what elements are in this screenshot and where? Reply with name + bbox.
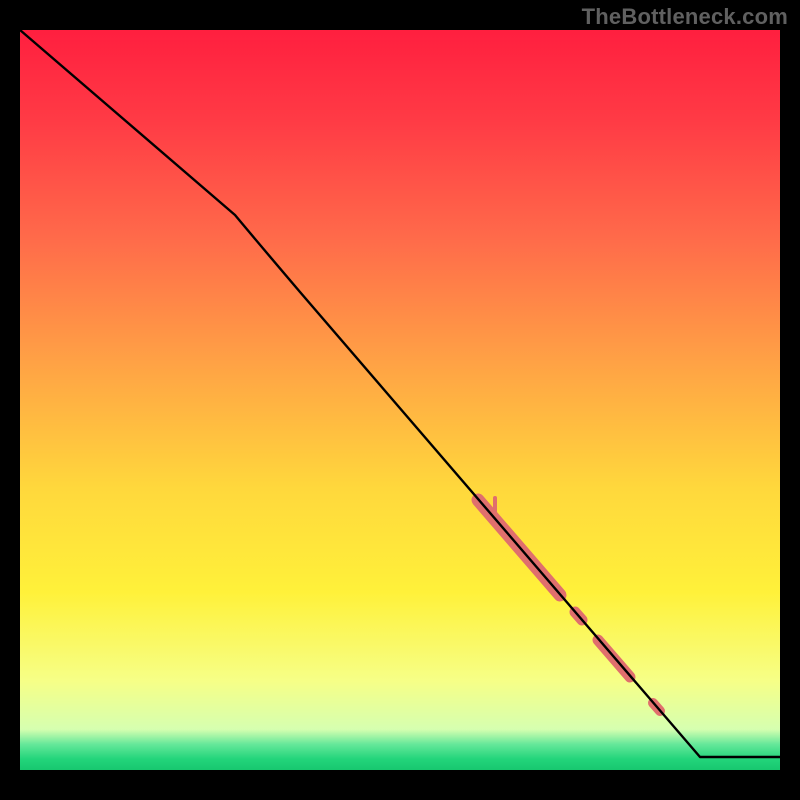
plot-background	[20, 30, 780, 770]
chart-canvas	[0, 0, 800, 800]
chart-stage: TheBottleneck.com	[0, 0, 800, 800]
watermark-text: TheBottleneck.com	[582, 4, 788, 30]
